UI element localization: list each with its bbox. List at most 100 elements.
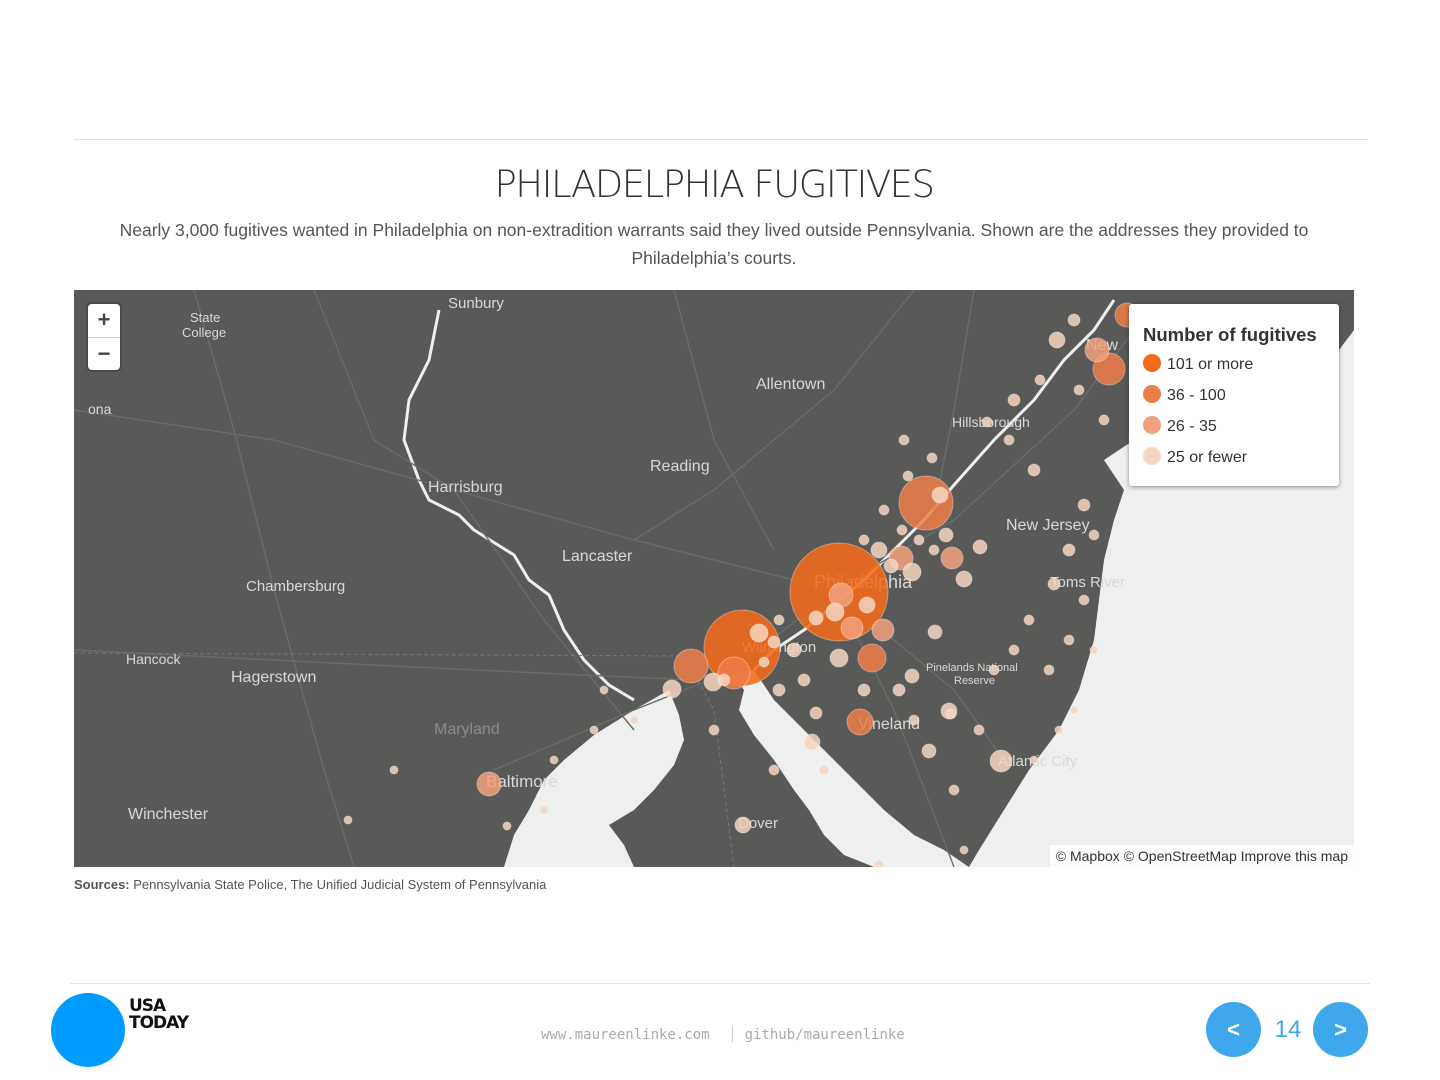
fugitive-bubble[interactable] bbox=[773, 614, 785, 626]
fugitive-bubble[interactable] bbox=[1034, 374, 1046, 386]
zoom-out-button[interactable]: − bbox=[88, 337, 120, 371]
github-link[interactable]: github/maureenlinke bbox=[745, 1027, 905, 1043]
fugitive-bubble[interactable] bbox=[871, 618, 895, 642]
improve-map-link[interactable]: Improve this map bbox=[1241, 848, 1348, 864]
next-slide-button[interactable]: > bbox=[1313, 1002, 1368, 1057]
fugitive-bubble[interactable] bbox=[829, 648, 849, 668]
fugitive-bubble[interactable] bbox=[797, 673, 811, 687]
fugitive-bubble[interactable] bbox=[1063, 634, 1075, 646]
map-place-label: Winchester bbox=[128, 806, 209, 823]
fugitive-bubble[interactable] bbox=[1054, 725, 1064, 735]
fugitive-bubble[interactable] bbox=[878, 504, 890, 516]
mapbox-attribution-link[interactable]: © Mapbox bbox=[1056, 848, 1120, 864]
fugitive-bubble[interactable] bbox=[767, 635, 781, 649]
fugitive-bubble[interactable] bbox=[629, 715, 639, 725]
map-place-label: New Jersey bbox=[1006, 517, 1090, 534]
fugitive-bubble[interactable] bbox=[717, 673, 731, 687]
fugitive-bubble[interactable] bbox=[786, 642, 802, 658]
fugitive-bubble[interactable] bbox=[502, 821, 512, 831]
fugitive-bubble[interactable] bbox=[343, 815, 353, 825]
fugitive-bubble[interactable] bbox=[927, 624, 943, 640]
fugitive-bubble[interactable] bbox=[904, 668, 920, 684]
zoom-in-button[interactable]: + bbox=[88, 304, 120, 337]
website-link[interactable]: www.maureenlinke.com bbox=[541, 1027, 710, 1043]
fugitive-bubble[interactable] bbox=[1078, 594, 1090, 606]
fugitive-bubble[interactable] bbox=[1089, 645, 1099, 655]
fugitive-bubble[interactable] bbox=[940, 546, 964, 570]
fugitive-bubble[interactable] bbox=[1048, 331, 1066, 349]
fugitive-bubble[interactable] bbox=[1062, 543, 1076, 557]
fugitive-bubble[interactable] bbox=[1067, 313, 1081, 327]
fugitive-bubble[interactable] bbox=[539, 805, 549, 815]
fugitive-bubble[interactable] bbox=[955, 570, 973, 588]
fugitive-bubble[interactable] bbox=[972, 539, 988, 555]
fugitive-bubble[interactable] bbox=[898, 475, 954, 531]
fugitive-bubble[interactable] bbox=[768, 764, 780, 776]
fugitive-bubble[interactable] bbox=[549, 755, 559, 765]
fugitive-bubble[interactable] bbox=[892, 683, 906, 697]
fugitive-bubble[interactable] bbox=[1069, 705, 1079, 715]
fugitive-bubble[interactable] bbox=[589, 725, 599, 735]
fugitive-bubble[interactable] bbox=[926, 452, 938, 464]
fugitive-bubble[interactable] bbox=[1023, 614, 1035, 626]
fugitive-bubble[interactable] bbox=[898, 434, 910, 446]
fugitive-bubble[interactable] bbox=[1029, 755, 1039, 765]
fugitive-bubble[interactable] bbox=[989, 749, 1013, 773]
fugitive-bubble[interactable] bbox=[857, 683, 871, 697]
fugitive-bubble[interactable] bbox=[902, 470, 914, 482]
fugitive-bubble[interactable] bbox=[708, 724, 720, 736]
map-place-label: Harrisburg bbox=[428, 479, 503, 496]
fugitive-bubble[interactable] bbox=[476, 771, 502, 797]
fugitive-bubble[interactable] bbox=[896, 524, 908, 536]
fugitive-bubble[interactable] bbox=[808, 610, 824, 626]
fugitive-bubble[interactable] bbox=[883, 558, 899, 574]
fugitive-bubble[interactable] bbox=[1008, 644, 1020, 656]
fugitive-bubble[interactable] bbox=[931, 486, 949, 504]
fugitive-bubble[interactable] bbox=[959, 845, 969, 855]
fugitive-bubble[interactable] bbox=[928, 544, 940, 556]
fugitive-bubble[interactable] bbox=[1003, 434, 1015, 446]
fugitive-bubble[interactable] bbox=[772, 683, 786, 697]
fugitive-bubble[interactable] bbox=[945, 708, 957, 720]
fugitive-bubble[interactable] bbox=[846, 708, 874, 736]
fugitive-bubble[interactable] bbox=[1007, 393, 1021, 407]
fugitive-bubble[interactable] bbox=[1043, 664, 1055, 676]
fugitive-bubble[interactable] bbox=[902, 562, 922, 582]
fugitive-bubble[interactable] bbox=[870, 541, 888, 559]
fugitive-bubble[interactable] bbox=[981, 416, 993, 428]
fugitive-bubble[interactable] bbox=[803, 733, 821, 751]
fugitive-bubble[interactable] bbox=[599, 685, 609, 695]
fugitive-bubble[interactable] bbox=[1073, 384, 1085, 396]
fugitive-bubble[interactable] bbox=[749, 623, 769, 643]
fugitive-bubble[interactable] bbox=[1047, 577, 1061, 591]
fugitive-bubble[interactable] bbox=[818, 764, 830, 776]
fugitive-bubble[interactable] bbox=[973, 724, 985, 736]
fugitive-bubble[interactable] bbox=[673, 648, 709, 684]
fugitive-bubble[interactable] bbox=[734, 816, 752, 834]
fugitive-bubble[interactable] bbox=[921, 743, 937, 759]
fugitive-bubble[interactable] bbox=[809, 706, 823, 720]
fugitive-bubble[interactable] bbox=[988, 664, 1000, 676]
fugitive-bubble[interactable] bbox=[908, 714, 920, 726]
fugitive-bubble[interactable] bbox=[857, 643, 887, 673]
osm-attribution-link[interactable]: © OpenStreetMap bbox=[1124, 848, 1237, 864]
fugitive-bubble[interactable] bbox=[1088, 529, 1100, 541]
fugitive-bubble[interactable] bbox=[858, 534, 870, 546]
map-place-label: Toms River bbox=[1050, 574, 1125, 591]
fugitive-bubble[interactable] bbox=[840, 616, 864, 640]
fugitive-bubble[interactable] bbox=[1027, 463, 1041, 477]
fugitive-bubble[interactable] bbox=[389, 765, 399, 775]
fugitive-bubble[interactable] bbox=[662, 679, 682, 699]
fugitive-bubble[interactable] bbox=[938, 527, 954, 543]
fugitive-bubble[interactable] bbox=[758, 656, 770, 668]
fugitive-bubble[interactable] bbox=[858, 596, 876, 614]
fugitive-bubble[interactable] bbox=[1084, 337, 1110, 363]
fugitive-bubble[interactable] bbox=[873, 859, 885, 867]
fugitive-bubble[interactable] bbox=[1077, 498, 1091, 512]
fugitive-bubble[interactable] bbox=[825, 602, 845, 622]
fugitive-bubble[interactable] bbox=[913, 534, 925, 546]
fugitive-bubble[interactable] bbox=[948, 784, 960, 796]
previous-slide-button[interactable]: < bbox=[1206, 1002, 1261, 1057]
fugitive-bubble[interactable] bbox=[1098, 414, 1110, 426]
map-view[interactable]: StateCollegeSunburyAllentownonaHillsboro… bbox=[74, 290, 1354, 867]
